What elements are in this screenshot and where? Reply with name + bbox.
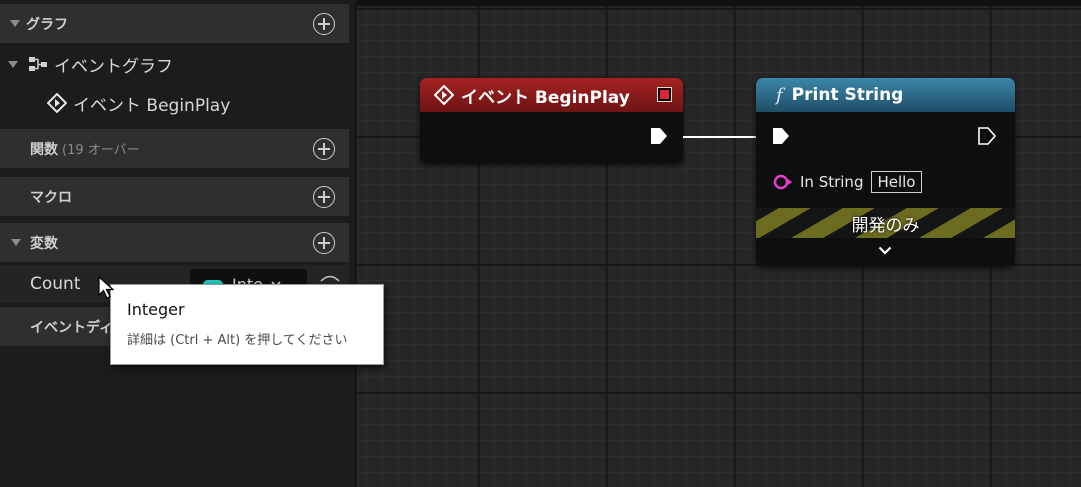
in-string-pin-row: In String Hello: [773, 170, 922, 194]
expand-arrow-icon[interactable]: [8, 60, 18, 68]
section-macros-title: マクロ: [30, 189, 72, 206]
add-variable-button[interactable]: [313, 232, 335, 254]
event-graph-canvas[interactable]: イベント BeginPlay f Print String In String …: [357, 0, 1081, 487]
section-functions[interactable]: 関数 (19 オーバー: [0, 129, 349, 169]
event-diamond-icon: [47, 93, 67, 113]
add-function-button[interactable]: [313, 138, 335, 160]
section-variables-title: 変数: [30, 235, 58, 252]
development-only-label: 開発のみ: [851, 215, 920, 236]
event-beginplay-label: イベント BeginPlay: [73, 95, 231, 116]
in-string-value-field[interactable]: Hello: [871, 171, 922, 193]
collapse-arrow-icon[interactable]: [10, 20, 20, 27]
string-pin-icon[interactable]: [773, 174, 793, 190]
section-variables[interactable]: 変数: [0, 223, 349, 263]
collapse-arrow-icon[interactable]: [11, 239, 21, 246]
development-only-banner: 開発のみ: [756, 208, 1015, 238]
node-print-string-title: Print String: [791, 85, 904, 105]
node-print-string[interactable]: f Print String In String Hello 開発のみ: [756, 78, 1015, 266]
function-icon: f: [776, 84, 783, 106]
node-print-string-header[interactable]: f Print String: [756, 78, 1015, 112]
event-graph-icon: [29, 57, 47, 71]
mouse-cursor-icon: [98, 276, 115, 299]
section-graphs[interactable]: グラフ: [0, 4, 349, 44]
my-blueprint-panel: グラフ イベントグラフ イベント BeginPlay 関数 (19 オーバー マ…: [0, 0, 356, 487]
exec-input-pin[interactable]: [772, 127, 790, 145]
section-functions-title: 関数: [30, 141, 58, 158]
section-macros[interactable]: マクロ: [0, 177, 349, 217]
section-event-dispatchers-title: イベントディ: [30, 319, 114, 336]
exec-output-pin[interactable]: [978, 127, 996, 145]
tooltip-hint: 詳細は (Ctrl + Alt) を押してください: [127, 333, 348, 348]
add-macro-button[interactable]: [313, 186, 335, 208]
tooltip-title: Integer: [127, 300, 185, 319]
type-tooltip: Integer 詳細は (Ctrl + Alt) を押してください: [110, 284, 384, 365]
event-graph-label: イベントグラフ: [54, 56, 173, 77]
in-string-label: In String: [800, 173, 864, 191]
functions-override-count: (19 オーバー: [62, 143, 140, 158]
add-graph-button[interactable]: [313, 13, 335, 35]
chevron-down-icon[interactable]: [878, 246, 892, 255]
section-graphs-title: グラフ: [26, 16, 68, 33]
variable-name: Count: [30, 274, 81, 294]
tree-item-event-graph[interactable]: イベントグラフ: [0, 46, 349, 82]
tree-item-event-beginplay[interactable]: イベント BeginPlay: [0, 85, 349, 121]
